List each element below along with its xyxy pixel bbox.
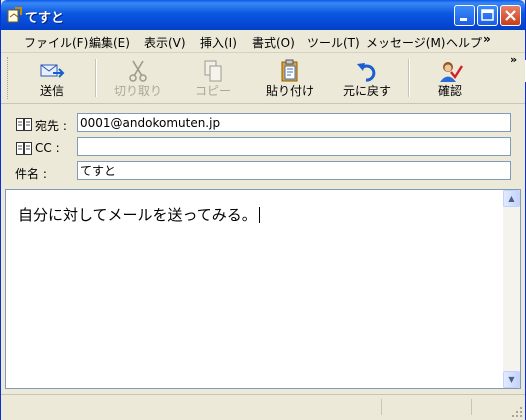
- menu-view[interactable]: 表示(V): [144, 34, 186, 51]
- menu-tools[interactable]: ツール(T): [307, 34, 360, 51]
- menu-file[interactable]: ファイル(F): [24, 34, 88, 51]
- cut-button[interactable]: 切り取り: [108, 55, 168, 101]
- cc-row: CC :: [1, 137, 525, 159]
- minimize-button[interactable]: [454, 5, 475, 26]
- scissors-icon: [129, 60, 147, 82]
- menu-format[interactable]: 書式(O): [252, 34, 295, 51]
- vertical-scrollbar[interactable]: ▲ ▼: [503, 190, 520, 388]
- undo-button[interactable]: 元に戻す: [337, 55, 397, 101]
- menu-overflow-chevron[interactable]: »: [483, 32, 491, 46]
- toolbar: 送信 切り取り コピー 貼り付け 元に戻す 確認 »: [1, 53, 525, 104]
- menu-edit[interactable]: 編集(E): [89, 34, 130, 51]
- send-icon: [40, 64, 65, 78]
- check-names-label: 確認: [437, 84, 462, 98]
- menu-help[interactable]: ヘルプ: [446, 34, 482, 51]
- maximize-button[interactable]: [477, 5, 498, 26]
- toolbar-separator: [95, 59, 97, 97]
- copy-icon: [204, 60, 222, 82]
- send-button[interactable]: 送信: [21, 55, 83, 101]
- status-divider: [381, 399, 382, 415]
- paste-button[interactable]: 貼り付け: [259, 55, 321, 101]
- toolbar-grip[interactable]: [7, 57, 11, 99]
- paste-icon: [281, 59, 298, 82]
- copy-button[interactable]: コピー: [183, 55, 243, 101]
- status-divider: [471, 399, 472, 415]
- subject-field[interactable]: てすと: [77, 161, 511, 180]
- resize-grip-icon[interactable]: [511, 406, 523, 418]
- check-names-button[interactable]: 確認: [419, 55, 481, 101]
- copy-label: コピー: [194, 84, 231, 98]
- compose-window: てすと ファイル(F) 編集(E) 表示(V) 挿入(I) 書式(O) ツール(…: [0, 0, 526, 420]
- undo-label: 元に戻す: [342, 84, 391, 98]
- check-names-icon: [440, 62, 463, 82]
- text-caret: [258, 207, 260, 223]
- address-book-icon[interactable]: [16, 142, 33, 155]
- minimize-icon: [460, 18, 467, 21]
- toolbar-separator: [408, 59, 410, 97]
- undo-icon: [357, 63, 376, 82]
- status-bar: [1, 394, 525, 420]
- cc-field[interactable]: [77, 137, 511, 156]
- subject-label: 件名 :: [15, 167, 47, 181]
- maximize-icon: [481, 9, 494, 21]
- message-text: 自分に対してメールを送ってみる。: [18, 204, 260, 225]
- new-mail-icon: [7, 7, 22, 23]
- title-bar[interactable]: てすと: [1, 0, 525, 30]
- menu-bar: ファイル(F) 編集(E) 表示(V) 挿入(I) 書式(O) ツール(T) メ…: [1, 30, 526, 82]
- message-body[interactable]: 自分に対してメールを送ってみる。 ▲ ▼: [5, 189, 521, 389]
- menu-insert[interactable]: 挿入(I): [200, 34, 237, 51]
- toolbar-overflow-chevron[interactable]: »: [510, 53, 517, 66]
- close-icon: [505, 10, 516, 21]
- to-label: 宛先 :: [35, 119, 67, 133]
- scroll-down-button[interactable]: ▼: [503, 371, 520, 388]
- menu-message[interactable]: メッセージ(M): [366, 34, 445, 51]
- to-row: 宛先 : 0001@andokomuten.jp: [1, 113, 525, 135]
- window-title: てすと: [25, 11, 65, 26]
- subject-row: 件名 : てすと: [1, 161, 525, 183]
- cc-label: CC :: [35, 141, 60, 155]
- paste-label: 貼り付け: [265, 84, 314, 98]
- send-label: 送信: [39, 84, 64, 98]
- message-text-content: 自分に対してメールを送ってみる。: [18, 206, 257, 224]
- to-field[interactable]: 0001@andokomuten.jp: [77, 113, 511, 132]
- address-book-icon[interactable]: [16, 118, 33, 131]
- scroll-up-button[interactable]: ▲: [503, 190, 520, 207]
- cut-label: 切り取り: [113, 84, 162, 98]
- close-button[interactable]: [500, 5, 521, 26]
